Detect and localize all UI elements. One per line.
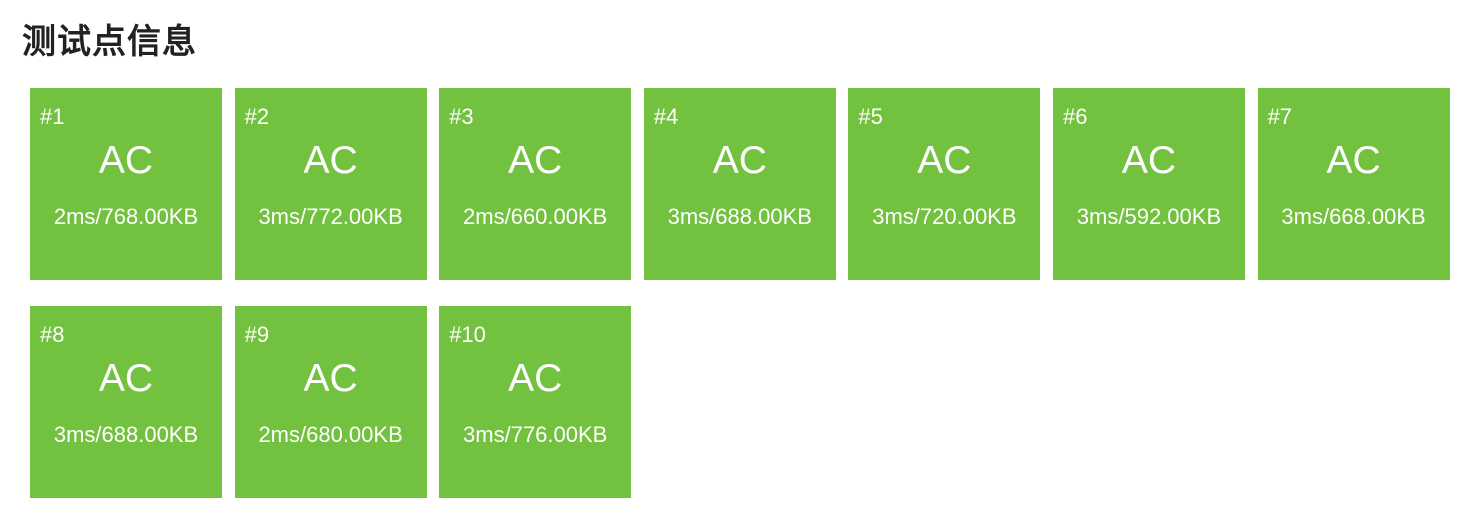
test-case-status: AC: [98, 357, 154, 400]
test-case-id: #5: [858, 104, 883, 129]
test-case-tile[interactable]: #6 AC 3ms/592.00KB: [1052, 88, 1245, 280]
section-title: 测试点信息: [22, 22, 197, 62]
test-case-stats: 3ms/776.00KB: [463, 422, 608, 447]
test-case-status: AC: [303, 139, 358, 182]
test-case-grid: #1 AC 2ms/768.00KB #2 AC 3ms/772.00KB #3…: [30, 88, 1454, 498]
test-case-stats: 2ms/680.00KB: [258, 422, 403, 447]
test-case-id: #6: [1062, 104, 1088, 129]
test-case-stats: 3ms/772.00KB: [258, 204, 403, 229]
test-case-tile[interactable]: #10 AC 3ms/776.00KB: [439, 306, 632, 498]
test-case-status: AC: [1121, 139, 1177, 182]
test-case-id: #10: [449, 322, 486, 347]
test-case-stats: 3ms/688.00KB: [667, 204, 812, 229]
test-case-status: AC: [1326, 139, 1381, 182]
test-case-tile[interactable]: #1 AC 2ms/768.00KB: [30, 88, 222, 280]
test-case-tile[interactable]: #5 AC 3ms/720.00KB: [848, 88, 1041, 280]
test-case-stats: 3ms/592.00KB: [1076, 204, 1222, 229]
test-case-status: AC: [917, 139, 972, 182]
test-case-status: AC: [712, 139, 767, 182]
test-case-id: #2: [244, 104, 270, 129]
test-case-tile[interactable]: #7 AC 3ms/668.00KB: [1257, 88, 1450, 280]
test-case-id: #7: [1267, 104, 1293, 129]
test-case-tile[interactable]: #8 AC 3ms/688.00KB: [30, 306, 222, 498]
test-case-tile[interactable]: #3 AC 2ms/660.00KB: [439, 88, 632, 280]
test-case-tile[interactable]: #2 AC 3ms/772.00KB: [234, 88, 427, 280]
test-case-stats: 3ms/688.00KB: [53, 422, 199, 447]
test-case-status: AC: [98, 139, 154, 182]
test-case-id: #1: [40, 104, 65, 129]
test-case-tile[interactable]: #9 AC 2ms/680.00KB: [234, 306, 427, 498]
test-case-stats: 2ms/660.00KB: [463, 204, 608, 229]
test-case-status: AC: [303, 357, 358, 400]
test-case-id: #9: [244, 322, 270, 347]
test-case-stats: 2ms/768.00KB: [53, 204, 199, 229]
test-case-id: #3: [449, 104, 474, 129]
test-case-stats: 3ms/668.00KB: [1281, 204, 1426, 229]
test-case-id: #8: [40, 322, 65, 347]
test-case-stats: 3ms/720.00KB: [872, 204, 1017, 229]
test-case-id: #4: [653, 104, 679, 129]
test-case-status: AC: [508, 357, 563, 400]
test-case-status: AC: [508, 139, 563, 182]
test-case-tile[interactable]: #4 AC 3ms/688.00KB: [643, 88, 836, 280]
